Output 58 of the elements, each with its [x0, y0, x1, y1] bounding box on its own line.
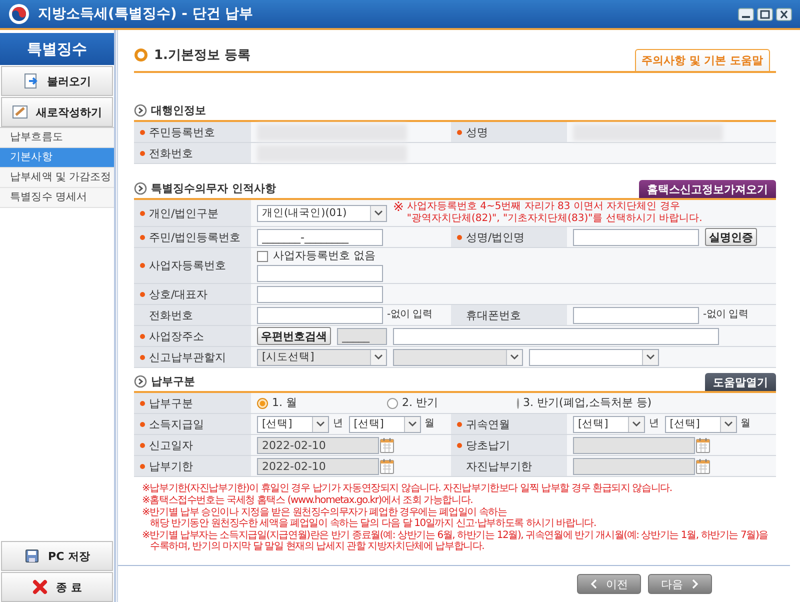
- dropdown[interactable]: 개인(내국인)(01): [257, 204, 387, 222]
- field-label: 납부구분: [149, 396, 193, 410]
- field-label: 상호/대표자: [149, 286, 208, 302]
- sidebar-button[interactable]: PC 저장: [1, 541, 113, 571]
- field-label: 신고납부관할지: [149, 350, 226, 364]
- dropdown[interactable]: [선택]: [257, 416, 329, 432]
- field-label: 주민등록번호: [149, 124, 215, 140]
- field-label: 당초납기: [466, 438, 510, 452]
- form-button[interactable]: 우편번호검색: [257, 327, 331, 345]
- section-button[interactable]: 도움말열기: [705, 373, 776, 391]
- field-label: 전화번호: [149, 308, 193, 322]
- radio-label: 2. 반기: [402, 396, 438, 410]
- dropdown[interactable]: [선택]: [348, 416, 421, 432]
- radio-label: 1. 월: [272, 396, 297, 410]
- sidebar-title: 특별징수: [0, 33, 114, 65]
- sidebar-item[interactable]: 특별징수 명세서: [0, 188, 114, 208]
- hint-text: -없이 입력: [703, 308, 748, 322]
- section-title: 대행인정보: [151, 103, 206, 118]
- dropdown[interactable]: [선택]: [573, 416, 645, 432]
- hint-text: 월: [740, 417, 750, 431]
- field-label: 주민/법인등록번호: [149, 230, 241, 244]
- section-title: 특별징수의무자 인적사항: [151, 181, 276, 196]
- hint-text: 년: [333, 417, 343, 431]
- field-label: 전화번호: [149, 146, 193, 160]
- section-title: 납부구분: [151, 374, 195, 389]
- hint-text: 월: [424, 417, 434, 431]
- sidebar-button[interactable]: 새로작성하기: [1, 97, 113, 127]
- page-title: 1.기본정보 등록: [154, 47, 251, 64]
- notice-text: ※반기별 납부자는 소득지급일(지급연월)란은 반기 종료월(예: 상반기는 6월, 하반기는 12월), 귀속연월에 반기 개시월(예: 상반기는 1월, 하반기는 7월)을 수록하며, 반기의 마지막 달 말일 현재의 납세지 관할 지방자치단체에 납부합니다.: [142, 530, 769, 552]
- notice-text: ※홈택스접수번호는 국세청 홈택스 (www.hometax.go.kr)에서 조회 가능합니다.: [142, 495, 474, 506]
- input-field[interactable]: _______-________: [257, 228, 383, 246]
- window-title: 지방소득세(특별징수) - 단건 납부: [38, 5, 254, 23]
- checkbox-label: 사업자등록번호 없음: [273, 249, 376, 263]
- field-label: 납부기한: [149, 458, 193, 474]
- field-label: 신고일자: [149, 438, 193, 452]
- field-label: 개인/법인구분: [149, 206, 219, 220]
- field-label: 사업자등록번호: [149, 258, 226, 273]
- section-button[interactable]: 홈택스신고정보가져오기: [639, 180, 776, 198]
- sidebar-item[interactable]: 납부세액 및 가감조정: [0, 168, 114, 188]
- radio-label: 3. 반기(폐업,소득처분 등): [523, 396, 652, 410]
- field-label: 성명/법인명: [466, 230, 525, 244]
- sidebar-button[interactable]: 종 료: [1, 572, 113, 602]
- field-label: 소득지급일: [149, 416, 204, 432]
- note-mark: ※: [393, 201, 404, 215]
- notice-text: ※납부기한(자진납부기한)이 휴일인 경우 납기가 자동연장되지 않습니다. 자진납부기한보다 일찍 납부할 경우 환급되지 않습니다.: [142, 483, 673, 494]
- sidebar-button[interactable]: 불러오기: [1, 66, 113, 96]
- notice-text: ※반기별 납부 승인이나 지정을 받은 원천징수의무자가 폐업한 경우에는 폐업일이 속하는 해당 반기동안 원천징수한 세액을 폐업일이 속하는 달의 다음 달 10일까지 신고·납부하도록 하시기 바랍니다.: [142, 507, 597, 529]
- field-label: 귀속연월: [466, 416, 510, 432]
- field-label: 성명: [466, 124, 488, 140]
- dropdown[interactable]: [선택]: [664, 416, 737, 432]
- field-label: 휴대폰번호: [466, 308, 521, 322]
- field-label: 자진납부기한: [466, 458, 532, 474]
- field-label: 사업장주소: [149, 328, 204, 344]
- warning-note: 사업자등록번호 4~5번째 자리가 83 이면서 자치단체인 경우 "광역자치단체(82)", "기초자치단체(83)"를 선택하시기 바랍니다.: [406, 201, 702, 225]
- sidebar-item[interactable]: 납부흐름도: [0, 128, 114, 148]
- form-button[interactable]: 실명인증: [705, 228, 757, 246]
- hint-text: -없이 입력: [387, 308, 432, 322]
- hint-text: 년: [649, 417, 659, 431]
